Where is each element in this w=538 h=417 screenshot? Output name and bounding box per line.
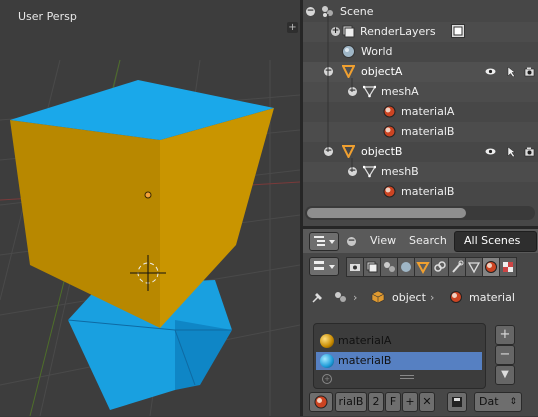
outliner-label: materialB: [401, 185, 455, 198]
material-icon: [383, 105, 396, 118]
material-tab[interactable]: [482, 257, 500, 277]
breadcrumb-separator: ›: [430, 291, 435, 304]
material-icon: [383, 185, 396, 198]
object-icon: [416, 262, 430, 275]
material-users-button[interactable]: 2: [368, 392, 384, 412]
material-browse-button[interactable]: [309, 392, 333, 412]
link-dropdown-label: Dat: [479, 395, 499, 408]
properties-header: [303, 253, 538, 279]
material-slot-list: materialA materialB +: [313, 323, 486, 389]
render-tab[interactable]: [346, 257, 364, 277]
outliner-label: materialB: [401, 125, 455, 138]
cursor-icon[interactable]: [506, 146, 517, 157]
properties-panel: › object › material materialA materialB …: [303, 279, 538, 416]
modifiers-tab[interactable]: [448, 257, 466, 277]
data-tab[interactable]: [465, 257, 483, 277]
viewport-scene: [0, 59, 300, 416]
viewport-expand-button[interactable]: +: [287, 22, 298, 33]
breadcrumb-material: material: [469, 291, 515, 304]
breadcrumb-object: object: [392, 291, 426, 304]
link-type-button[interactable]: [447, 392, 467, 412]
outliner-editor-icon: [314, 236, 335, 246]
outliner-label: objectA: [361, 65, 403, 78]
mesh-icon: [363, 85, 376, 98]
outliner: − Scene + RenderLayers World − objectA −…: [303, 0, 538, 226]
add-material-slot-button[interactable]: +: [495, 325, 515, 345]
outliner-label: RenderLayers: [360, 25, 436, 38]
material-slot[interactable]: materialA: [316, 332, 482, 350]
cursor-icon[interactable]: [506, 66, 517, 77]
outliner-header: − View Search All Scenes: [303, 229, 538, 253]
link-dropdown[interactable]: Dat ⇕: [474, 392, 522, 412]
tree-lines: [327, 14, 353, 172]
cube-icon: [371, 290, 385, 304]
material-icon: [450, 291, 462, 303]
filter-options-icon[interactable]: +: [322, 374, 332, 384]
material-preview-icon: [320, 354, 334, 368]
constraint-icon: [434, 261, 446, 272]
display-mode-label: All Scenes: [464, 234, 521, 247]
save-icon: [452, 397, 462, 407]
render-layers-icon: [366, 261, 378, 273]
object-tab[interactable]: [414, 257, 432, 277]
editor-type-dropdown[interactable]: [309, 257, 339, 276]
resize-handle-icon[interactable]: [400, 375, 414, 379]
wrench-icon: [452, 260, 464, 273]
outliner-scrollbar[interactable]: [307, 208, 466, 218]
render-layers-tab[interactable]: [363, 257, 381, 277]
outliner-label: World: [361, 45, 393, 58]
texture-icon: [503, 262, 513, 272]
mesh-icon: [363, 165, 376, 178]
eye-icon[interactable]: [485, 66, 496, 77]
editor-type-dropdown[interactable]: [309, 232, 339, 251]
properties-editor-icon: [314, 261, 335, 270]
fake-user-button[interactable]: F: [385, 392, 401, 412]
camera-icon: [350, 264, 360, 271]
world-tab[interactable]: [397, 257, 415, 277]
view-menu[interactable]: View: [370, 232, 396, 250]
mesh-icon: [467, 262, 481, 274]
material-slot-label: materialB: [338, 354, 392, 367]
render-layers-icon[interactable]: [451, 24, 465, 38]
material-name-field[interactable]: rialB: [335, 392, 367, 412]
eye-icon[interactable]: [485, 146, 496, 157]
camera-icon[interactable]: [524, 66, 535, 77]
camera-icon[interactable]: [524, 146, 535, 157]
world-icon: [401, 262, 411, 272]
constraints-tab[interactable]: [431, 257, 449, 277]
3d-viewport[interactable]: User Persp +: [0, 0, 300, 416]
material-slot-selected[interactable]: materialB: [316, 352, 482, 370]
collapse-menu-icon[interactable]: −: [347, 237, 356, 246]
material-slot-label: materialA: [338, 334, 392, 347]
display-mode-dropdown[interactable]: All Scenes: [454, 231, 537, 252]
search-menu[interactable]: Search: [409, 232, 447, 250]
outliner-label: meshA: [381, 85, 419, 98]
unlink-material-button[interactable]: ✕: [419, 392, 435, 412]
breadcrumb-separator: ›: [353, 291, 358, 304]
material-icon: [383, 125, 396, 138]
material-preview-icon: [320, 334, 334, 348]
material-icon: [314, 395, 328, 409]
material-datablock-row: rialB 2 F + ✕ Dat ⇕: [309, 392, 534, 412]
viewport-view-label: User Persp: [18, 10, 77, 23]
pin-icon[interactable]: [311, 290, 325, 304]
scene-icon: [335, 292, 346, 302]
scene-icon: [384, 262, 395, 272]
scene-tab[interactable]: [380, 257, 398, 277]
new-material-button[interactable]: +: [402, 392, 418, 412]
texture-tab[interactable]: [499, 257, 517, 277]
outliner-label: objectB: [361, 145, 403, 158]
outliner-label: meshB: [381, 165, 419, 178]
material-specials-button[interactable]: ▼: [495, 365, 515, 385]
chevron-down-icon: ⇕: [509, 397, 517, 407]
material-icon: [485, 261, 497, 273]
remove-material-slot-button[interactable]: −: [495, 345, 515, 365]
cube-front-face: [10, 120, 160, 328]
outliner-label: materialA: [401, 105, 455, 118]
